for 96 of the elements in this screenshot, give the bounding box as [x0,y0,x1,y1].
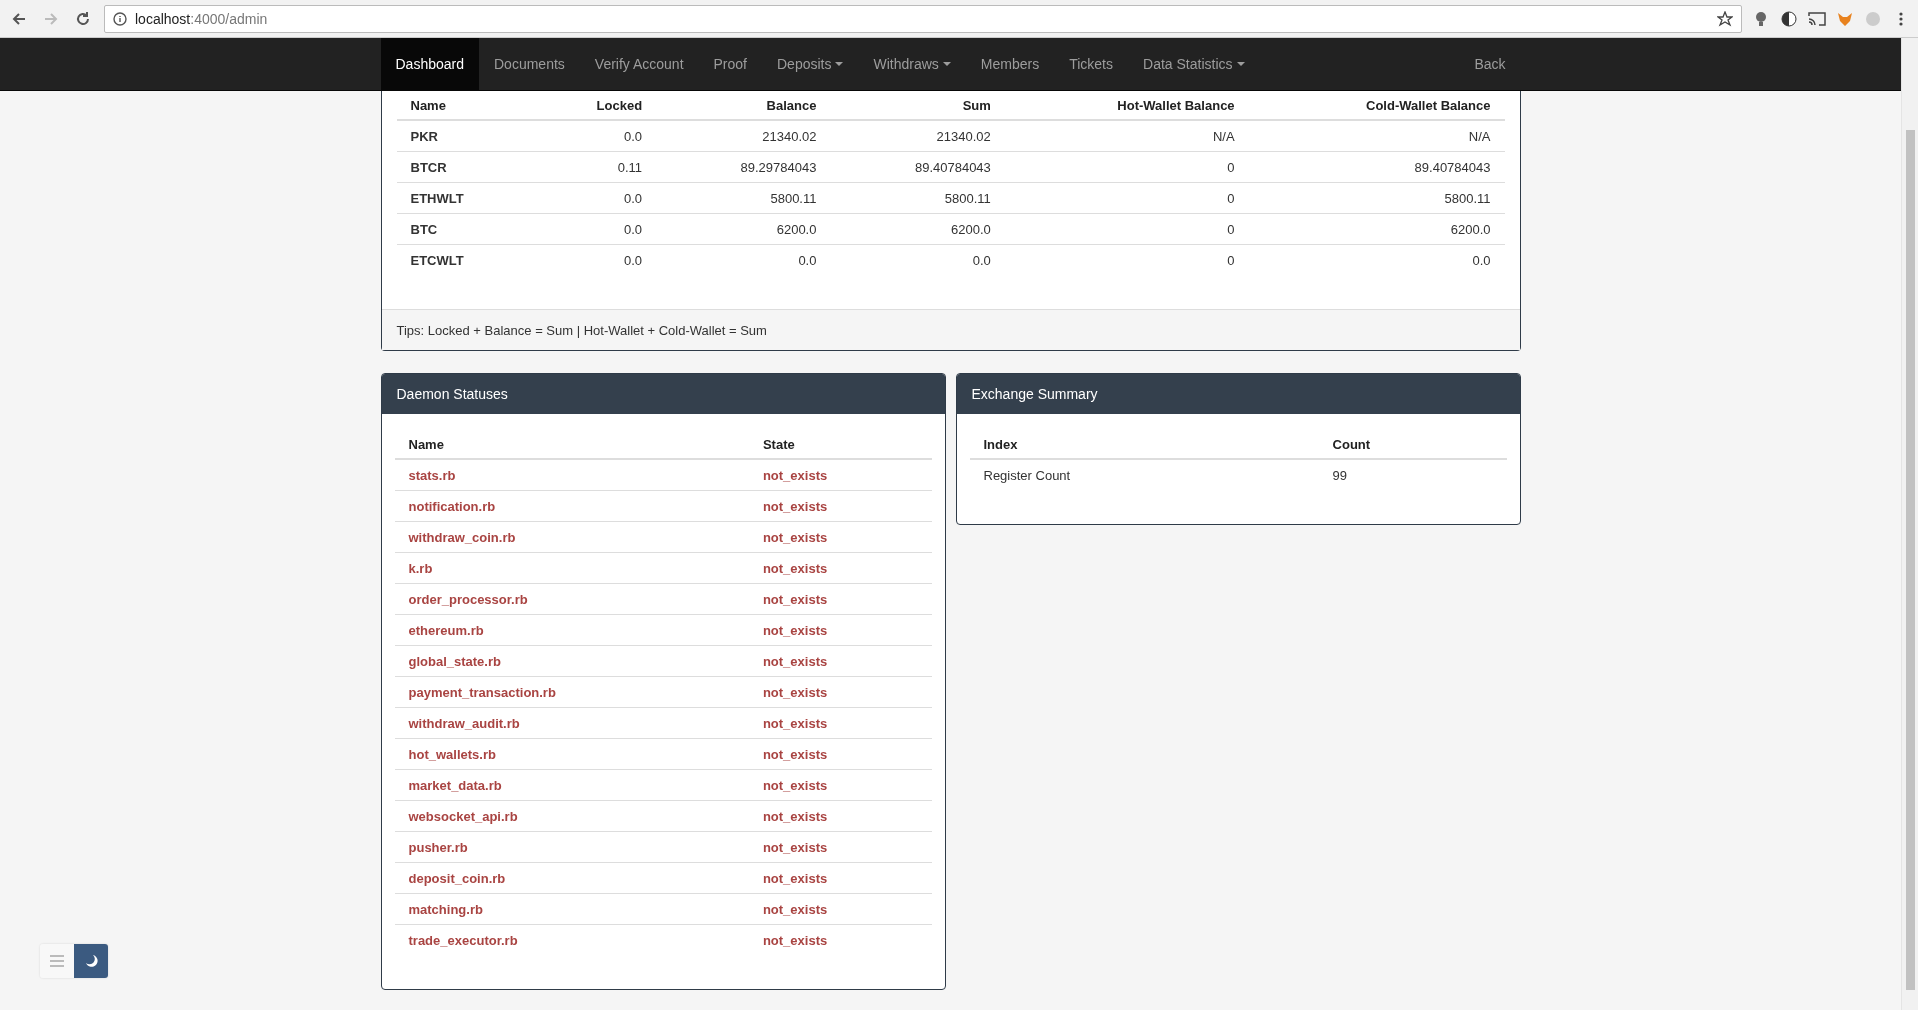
daemon-state: not_exists [748,490,932,522]
scrollbar[interactable] [1901,38,1918,1010]
table-cell: 5800.11 [830,182,1005,214]
daemon-state: not_exists [748,831,932,863]
daemon-name: ethereum.rb [394,614,749,646]
daemon-state: not_exists [748,862,932,894]
daemon-name: matching.rb [394,893,749,925]
table-cell: Register Count [969,459,1319,490]
table-cell: 5800.11 [656,182,831,214]
table-cell: ETCWLT [396,244,533,275]
nav-link[interactable]: Withdraws [858,38,966,90]
daemon-state: not_exists [748,893,932,925]
table-cell: ETHWLT [396,182,533,214]
panel-title: Exchange Summary [956,374,1520,414]
daemon-name: k.rb [394,552,749,584]
daemon-name: global_state.rb [394,645,749,677]
nav-link[interactable]: Proof [698,38,762,90]
daemon-state: not_exists [748,552,932,584]
daemon-state: not_exists [748,521,932,553]
daemon-name: withdraw_audit.rb [394,707,749,739]
daemon-name: notification.rb [394,490,749,522]
daemon-state: not_exists [748,769,932,801]
panel-title: Daemon Statuses [381,374,945,414]
daemon-state: not_exists [748,614,932,646]
moon-icon[interactable] [74,944,108,978]
table-cell: 21340.02 [830,120,1005,152]
back-link[interactable]: Back [1459,38,1521,90]
nav-link[interactable]: Verify Account [579,38,699,90]
column-header: Count [1318,430,1507,459]
table-cell: 89.40784043 [830,151,1005,183]
table-cell: 0.0 [532,213,657,245]
contrast-icon[interactable] [1780,9,1798,28]
daemon-name: withdraw_coin.rb [394,521,749,553]
info-icon [113,11,127,26]
table-cell: 0 [1004,213,1249,245]
daemon-name: stats.rb [394,459,749,491]
nav-link[interactable]: Data Statistics [1128,38,1260,90]
table-cell: 0 [1004,182,1249,214]
table-cell: BTC [396,213,533,245]
table-cell: 21340.02 [656,120,831,152]
daemon-name: hot_wallets.rb [394,738,749,770]
column-header: State [748,430,932,459]
table-cell: 89.40784043 [1248,151,1505,183]
nav-link[interactable]: Members [965,38,1055,90]
daemon-name: deposit_coin.rb [394,862,749,894]
daemon-name: market_data.rb [394,769,749,801]
table-cell: 0.0 [830,244,1005,275]
address-bar[interactable]: localhost:4000/admin [104,4,1742,33]
table-cell: 0.11 [532,151,657,183]
column-header: Name [396,91,533,120]
table-cell: 0 [1004,244,1249,275]
column-header: Locked [532,91,657,120]
url-text: localhost:4000/admin [135,10,269,27]
table-cell: 0.0 [532,182,657,214]
nav-link[interactable]: Tickets [1054,38,1128,90]
table-cell: BTCR [396,151,533,183]
daemon-state: not_exists [748,924,932,955]
table-cell: 0.0 [532,120,657,152]
star-icon[interactable] [1717,10,1733,27]
daemon-name: pusher.rb [394,831,749,863]
nav-link[interactable]: Deposits [762,38,859,90]
table-cell: 6200.0 [830,213,1005,245]
daemon-state: not_exists [748,583,932,615]
table-cell: PKR [396,120,533,152]
column-header: Name [394,430,749,459]
table-cell: 5800.11 [1248,182,1505,214]
tips-text: Tips: Locked + Balance = Sum | Hot-Wallet + Cold-Wallet = Sum [381,309,1520,350]
table-cell: 0.0 [1248,244,1505,275]
table-cell: N/A [1004,120,1249,152]
table-cell: 99 [1318,459,1507,490]
table-cell: N/A [1248,120,1505,152]
daemon-name: payment_transaction.rb [394,676,749,708]
nav-link[interactable]: Documents [479,38,580,90]
daemon-state: not_exists [748,676,932,708]
daemon-state: not_exists [748,707,932,739]
daemon-state: not_exists [748,645,932,677]
column-header: Cold-Wallet Balance [1248,91,1505,120]
table-cell: 6200.0 [1248,213,1505,245]
table-cell: 89.29784043 [656,151,831,183]
nav-link[interactable]: Dashboard [380,38,479,90]
daemon-name: order_processor.rb [394,583,749,615]
daemon-name: websocket_api.rb [394,800,749,832]
daemon-state: not_exists [748,800,932,832]
column-header: Index [969,430,1319,459]
table-cell: 0 [1004,151,1249,183]
scrollbar-thumb[interactable] [1905,130,1915,990]
table-cell: 6200.0 [656,213,831,245]
daemon-state: not_exists [748,738,932,770]
column-header: Hot-Wallet Balance [1004,91,1249,120]
daemon-name: trade_executor.rb [394,924,749,955]
daemon-state: not_exists [748,459,932,491]
table-cell: 0.0 [532,244,657,275]
column-header: Balance [656,91,831,120]
table-cell: 0.0 [656,244,831,275]
column-header: Sum [830,91,1005,120]
cast-icon[interactable] [1808,9,1826,28]
